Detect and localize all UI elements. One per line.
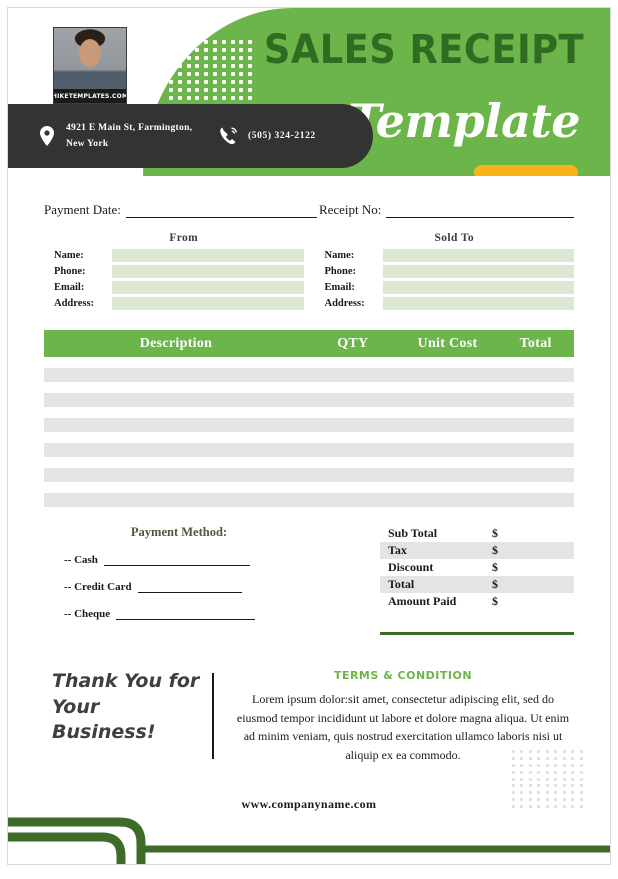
soldto-address-row[interactable]: Address: <box>315 296 574 310</box>
phone-block: (505) 324-2122 <box>218 124 316 148</box>
totals-row-sub-total[interactable]: Sub Total $ <box>380 525 574 542</box>
receipt-no-label: Receipt No: <box>318 202 382 217</box>
from-email-row[interactable]: Email: <box>44 280 304 294</box>
table-row[interactable] <box>44 468 574 482</box>
payment-option-credit-card-label: -- Credit Card <box>64 581 132 593</box>
party-sold-to-title: Sold To <box>434 232 475 244</box>
payment-and-totals: Payment Method: -- Cash -- Credit Card -… <box>44 525 574 635</box>
soldto-name-input[interactable] <box>382 248 574 262</box>
receipt-meta-row: Payment Date: Receipt No: <box>44 202 574 218</box>
document-body: Payment Date: Receipt No: From Name: Pho… <box>8 202 610 764</box>
thank-you-message: Thank You for Your Business! <box>52 670 200 744</box>
totals-label-total: Total <box>388 577 415 591</box>
from-name-input[interactable] <box>112 248 304 262</box>
payment-option-cheque-label: -- Cheque <box>64 608 111 620</box>
table-row[interactable] <box>44 418 574 432</box>
payment-option-cheque-input[interactable] <box>116 608 256 620</box>
column-header-qty: QTY <box>337 335 369 351</box>
totals-value-discount[interactable]: $ <box>492 560 574 575</box>
receipt-no-field[interactable]: Receipt No: <box>319 202 574 218</box>
footer-notes: Thank You for Your Business! TERMS & CON… <box>44 669 574 764</box>
party-sold-to: Sold To Name: Phone: Email: Address: <box>315 232 574 312</box>
logo-photo <box>54 28 126 91</box>
soldto-email-label: Email: <box>324 281 355 293</box>
totals-label-discount: Discount <box>388 560 434 574</box>
payment-option-credit-card[interactable]: -- Credit Card <box>64 581 334 593</box>
items-table: Description QTY Unit Cost Total <box>44 330 574 507</box>
soldto-phone-input[interactable] <box>382 264 574 278</box>
address-text: 4921 E Main St, Farmington, New York <box>66 122 193 149</box>
totals-row-discount[interactable]: Discount $ <box>380 559 574 576</box>
phone-icon <box>218 124 240 148</box>
payment-option-cash[interactable]: -- Cash <box>64 554 334 566</box>
table-row[interactable] <box>44 393 574 407</box>
table-row[interactable] <box>44 443 574 457</box>
soldto-name-label: Name: <box>324 249 355 261</box>
from-name-row[interactable]: Name: <box>44 248 304 262</box>
payment-method-title: Payment Method: <box>130 525 228 539</box>
payment-option-cheque[interactable]: -- Cheque <box>64 608 334 620</box>
document-header: SALES RECEIPT Template HIKETEMPLATES.COM… <box>8 8 610 176</box>
totals-value-tax[interactable]: $ <box>492 543 574 558</box>
totals-table: Sub Total $ Tax $ Discount $ Total $ Amo… <box>380 525 574 635</box>
logo-caption: HIKETEMPLATES.COM <box>54 89 126 103</box>
parties-section: From Name: Phone: Email: Address: Sold T… <box>44 232 574 312</box>
totals-label-tax: Tax <box>388 543 407 557</box>
totals-value-total[interactable]: $ <box>492 577 574 592</box>
from-email-input[interactable] <box>112 280 304 294</box>
party-from: From Name: Phone: Email: Address: <box>44 232 304 312</box>
totals-label-sub-total: Sub Total <box>388 526 438 540</box>
location-pin-icon <box>36 124 58 148</box>
header-dot-pattern <box>169 40 257 112</box>
totals-value-amount-paid[interactable]: $ <box>492 594 574 609</box>
payment-option-credit-card-input[interactable] <box>137 581 242 593</box>
soldto-email-input[interactable] <box>382 280 574 294</box>
totals-row-total[interactable]: Total $ <box>380 576 574 593</box>
from-email-label: Email: <box>54 281 85 293</box>
payment-date-input[interactable] <box>125 204 317 218</box>
soldto-address-label: Address: <box>324 297 365 309</box>
totals-value-sub-total[interactable]: $ <box>492 526 574 541</box>
table-row[interactable] <box>44 368 574 382</box>
from-phone-row[interactable]: Phone: <box>44 264 304 278</box>
totals-label-amount-paid: Amount Paid <box>388 594 457 608</box>
payment-method-section: Payment Method: -- Cash -- Credit Card -… <box>44 525 334 635</box>
totals-row-amount-paid[interactable]: Amount Paid $ <box>380 593 574 610</box>
receipt-page: SALES RECEIPT Template HIKETEMPLATES.COM… <box>7 7 611 865</box>
from-phone-label: Phone: <box>54 265 86 277</box>
contact-bar: 4921 E Main St, Farmington, New York (50… <box>8 104 373 168</box>
from-name-label: Name: <box>54 249 84 261</box>
yellow-accent-bar <box>474 165 578 176</box>
notes-divider <box>212 673 214 759</box>
phone-text: (505) 324-2122 <box>248 130 316 141</box>
from-address-row[interactable]: Address: <box>44 296 304 310</box>
column-header-unit-cost: Unit Cost <box>417 335 478 351</box>
footer-decoration <box>8 817 610 864</box>
payment-date-field[interactable]: Payment Date: <box>44 202 317 218</box>
address-block: 4921 E Main St, Farmington, New York <box>36 120 196 152</box>
company-logo: HIKETEMPLATES.COM <box>53 27 127 104</box>
payment-option-cash-label: -- Cash <box>64 554 98 566</box>
payment-option-cash-input[interactable] <box>103 554 250 566</box>
column-header-total: Total <box>519 335 552 351</box>
totals-row-tax[interactable]: Tax $ <box>380 542 574 559</box>
from-address-label: Address: <box>54 297 95 309</box>
soldto-email-row[interactable]: Email: <box>315 280 574 294</box>
soldto-phone-label: Phone: <box>324 265 357 277</box>
items-table-header: Description QTY Unit Cost Total <box>44 330 574 357</box>
soldto-phone-row[interactable]: Phone: <box>315 264 574 278</box>
page-subtitle: Template <box>347 94 580 148</box>
table-row[interactable] <box>44 493 574 507</box>
receipt-no-input[interactable] <box>386 204 574 218</box>
payment-date-label: Payment Date: <box>44 202 121 217</box>
from-address-input[interactable] <box>112 296 304 310</box>
terms-title: TERMS & CONDITION <box>333 669 473 682</box>
soldto-address-input[interactable] <box>382 296 574 310</box>
party-from-title: From <box>169 232 199 244</box>
column-header-description: Description <box>139 335 213 351</box>
from-phone-input[interactable] <box>112 264 304 278</box>
page-title: SALES RECEIPT <box>263 27 584 73</box>
soldto-name-row[interactable]: Name: <box>315 248 574 262</box>
